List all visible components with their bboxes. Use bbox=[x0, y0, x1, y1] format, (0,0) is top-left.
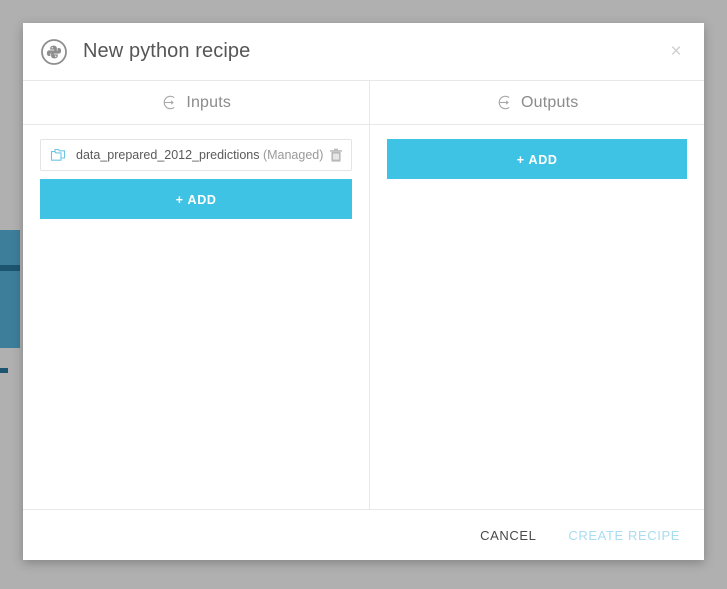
arrow-into-circle-icon bbox=[498, 95, 510, 110]
outputs-panel-label: Outputs bbox=[520, 93, 579, 111]
inputs-panel: Inputs data_prepared_2012_predictions (M… bbox=[23, 81, 371, 509]
input-dataset-name: data_prepared_2012_predictions (Managed) bbox=[76, 148, 324, 162]
add-output-button[interactable]: + ADD bbox=[387, 139, 687, 179]
inputs-panel-label: Inputs bbox=[186, 93, 232, 111]
new-recipe-modal: New python recipe × Inputs data_prepared… bbox=[23, 23, 704, 560]
add-input-button[interactable]: + ADD bbox=[40, 179, 353, 219]
trash-icon[interactable] bbox=[329, 148, 343, 163]
close-icon[interactable]: × bbox=[664, 40, 688, 64]
modal-title: New python recipe bbox=[83, 40, 251, 62]
background-flow-node-bar bbox=[0, 265, 20, 271]
dataset-folder-icon bbox=[50, 148, 66, 161]
outputs-panel: Outputs + ADD bbox=[370, 81, 704, 509]
inputs-panel-header: Inputs bbox=[23, 81, 370, 125]
create-recipe-button[interactable]: CREATE RECIPE bbox=[566, 524, 682, 547]
background-flow-node-bar-secondary bbox=[0, 368, 8, 373]
modal-body: Inputs data_prepared_2012_predictions (M… bbox=[23, 80, 704, 509]
cancel-button[interactable]: CANCEL bbox=[478, 524, 538, 547]
background-node-label: ed_ bbox=[0, 298, 8, 310]
background-flow-node bbox=[0, 230, 20, 348]
modal-footer: CANCEL CREATE RECIPE bbox=[23, 509, 704, 560]
arrow-into-circle-icon bbox=[163, 95, 175, 110]
input-dataset-row[interactable]: data_prepared_2012_predictions (Managed) bbox=[40, 139, 353, 171]
python-recipe-icon bbox=[41, 38, 67, 65]
outputs-panel-content: + ADD bbox=[370, 125, 704, 179]
input-dataset-managed-tag: (Managed) bbox=[259, 148, 324, 162]
outputs-panel-header: Outputs bbox=[370, 81, 704, 125]
inputs-panel-content: data_prepared_2012_predictions (Managed)… bbox=[23, 125, 369, 219]
modal-header: New python recipe × bbox=[23, 23, 704, 80]
